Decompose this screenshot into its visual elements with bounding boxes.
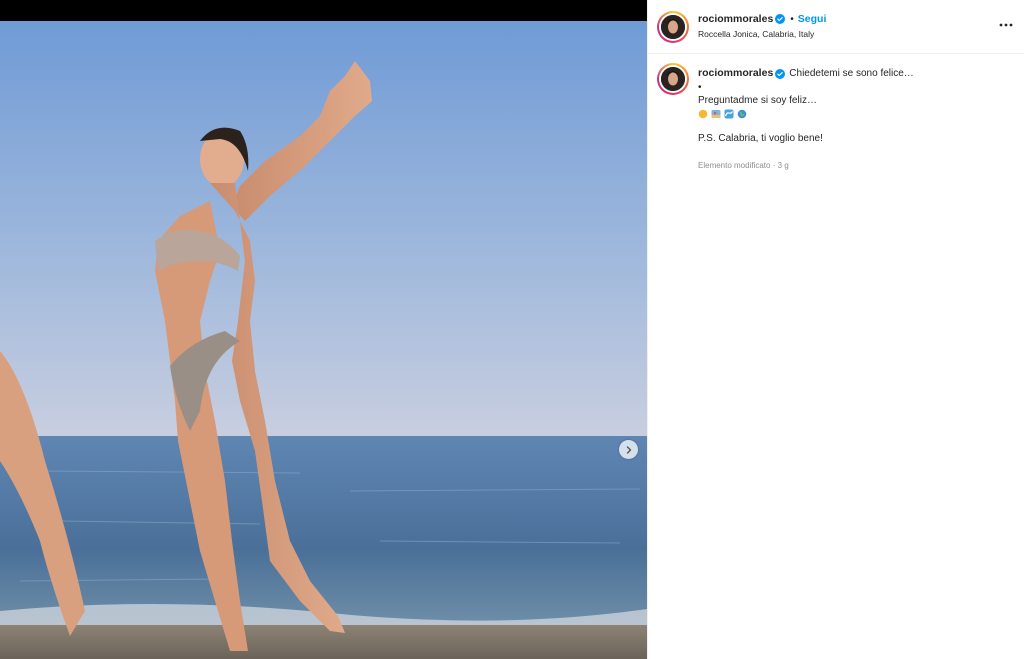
caption-avatar[interactable] [657, 63, 689, 95]
avatar[interactable] [657, 11, 689, 43]
verified-badge-icon [775, 14, 786, 24]
beach-emoji [711, 109, 721, 118]
header-user-row: rociommorales • Segui [698, 13, 826, 25]
post-location[interactable]: Roccella Jonica, Calabria, Italy [698, 29, 814, 39]
caption-text-line3: Preguntadme si soy feliz… [698, 95, 817, 106]
beach-photo-image [0, 21, 647, 659]
caption-username[interactable]: rociommorales [698, 67, 773, 81]
profile-picture [661, 15, 685, 39]
sun-emoji [698, 109, 708, 118]
verified-badge-icon [775, 68, 786, 79]
post-meta: Elemento modificato · 3 g [698, 159, 1008, 173]
caption-emoji-row [698, 109, 1008, 119]
wave-emoji [724, 109, 734, 118]
caption-text-line5: P.S. Calabria, ti voglio bene! [698, 132, 823, 144]
header-separator: • [790, 13, 794, 25]
caption-text-line1: Chiedetemi se sono felice… [789, 68, 914, 79]
caption-first-line: rociommorales Chiedetemi se sono felice… [698, 67, 1008, 81]
next-photo-button[interactable] [619, 440, 638, 459]
profile-picture [661, 67, 685, 91]
post-media [0, 0, 647, 659]
caption-text-line2: • [698, 81, 702, 93]
meta-separator: · [772, 161, 776, 170]
follow-button[interactable]: Segui [798, 13, 827, 25]
post-caption: rociommorales Chiedetemi se sono felice…… [698, 67, 1008, 173]
post-time[interactable]: 3 g [778, 161, 789, 170]
header-username[interactable]: rociommorales [698, 13, 773, 25]
chevron-right-icon [626, 445, 631, 454]
post-photo[interactable] [0, 21, 647, 659]
globe-emoji [737, 109, 747, 118]
post-details-panel: rociommorales • Segui Roccella Jonica, C… [647, 0, 1024, 659]
more-options-icon[interactable] [998, 17, 1014, 33]
edited-label[interactable]: Elemento modificato [698, 161, 770, 170]
post-header: rociommorales • Segui Roccella Jonica, C… [648, 0, 1024, 54]
